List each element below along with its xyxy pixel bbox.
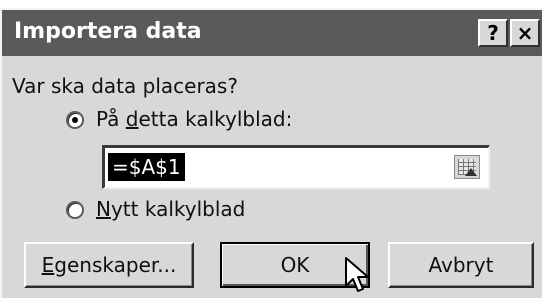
- title-bar[interactable]: Importera data ? ×: [2, 10, 542, 56]
- close-button[interactable]: ×: [510, 19, 540, 47]
- radio-new-sheet[interactable]: [66, 201, 84, 219]
- destination-range-input[interactable]: =$A$1: [102, 145, 490, 189]
- cancel-button[interactable]: Avbryt: [388, 242, 534, 288]
- range-value: =$A$1: [108, 153, 185, 181]
- properties-button[interactable]: Egenskaper...: [24, 242, 194, 288]
- placement-question-label: Var ska data placeras?: [12, 74, 238, 98]
- radio-selected-dot: [72, 117, 78, 123]
- radio-existing-sheet[interactable]: [66, 111, 84, 129]
- collapse-arrow-graphic: [465, 168, 477, 176]
- dialog-title: Importera data: [14, 19, 202, 44]
- properties-button-label: Egenskaper...: [41, 253, 177, 277]
- option-existing-sheet-label[interactable]: På detta kalkylblad:: [96, 107, 292, 131]
- collapse-dialog-icon[interactable]: [454, 155, 480, 179]
- import-data-dialog: Importera data ? × Var ska data placeras…: [0, 8, 542, 298]
- option-new-sheet-label[interactable]: Nytt kalkylblad: [96, 197, 245, 221]
- help-button[interactable]: ?: [478, 19, 508, 47]
- arrow-pointer-icon: [345, 257, 369, 292]
